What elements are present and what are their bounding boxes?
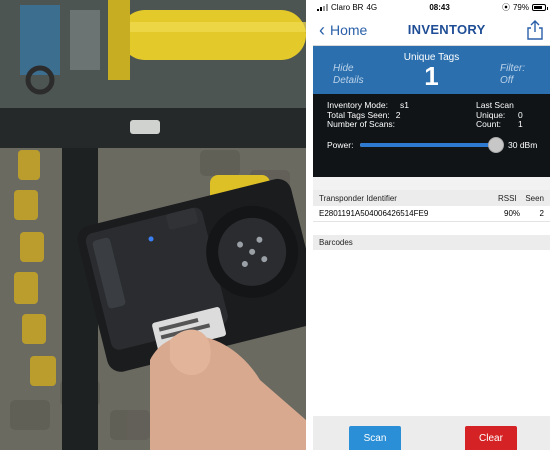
power-slider[interactable] bbox=[360, 137, 504, 153]
reader-photo bbox=[0, 0, 306, 450]
inventory-info-panel: Inventory Mode: s1 Total Tags Seen: 2 Numb… bbox=[313, 94, 550, 177]
column-rssi: RSSI bbox=[498, 193, 517, 203]
back-label: Home bbox=[330, 21, 368, 38]
column-transponder-id: Transponder Identifier bbox=[319, 193, 397, 203]
count-value: 1 bbox=[518, 119, 523, 129]
phone-screen: Claro BR 4G 08:43 ⦿ 79% ‹ Home INVENTORY… bbox=[313, 0, 550, 450]
status-bar: Claro BR 4G 08:43 ⦿ 79% bbox=[313, 0, 550, 14]
unique-tags-bar: Unique Tags 1 Hide Details Filter: Off bbox=[313, 46, 550, 94]
battery-percent: 79% bbox=[512, 2, 529, 12]
network-label: 4G bbox=[366, 2, 378, 12]
carrier-label: Claro BR bbox=[331, 2, 364, 12]
spacer bbox=[313, 177, 550, 190]
last-scan-label: Last Scan bbox=[476, 100, 514, 110]
last-scan-count: Count: 1 bbox=[476, 119, 523, 129]
inventory-mode: Inventory Mode: s1 bbox=[327, 100, 409, 110]
spacer bbox=[313, 222, 550, 235]
clear-button[interactable]: Clear bbox=[465, 426, 517, 450]
tags-table-header: Transponder Identifier RSSI Seen bbox=[313, 190, 550, 206]
inventory-mode-label: Inventory Mode: bbox=[327, 100, 388, 110]
inventory-mode-value: s1 bbox=[399, 100, 409, 110]
signal-group: Claro BR 4G bbox=[317, 3, 377, 12]
page-title: INVENTORY bbox=[407, 22, 486, 37]
seen-value: 2 bbox=[539, 209, 544, 218]
battery-icon bbox=[531, 3, 548, 11]
action-footer: Scan Clear bbox=[313, 416, 550, 450]
number-of-scans-label: Number of Scans: bbox=[327, 119, 396, 129]
power-slider-thumb[interactable] bbox=[488, 137, 504, 153]
power-slider-fill bbox=[360, 143, 496, 147]
power-value: 30 dBm bbox=[508, 140, 538, 150]
transponder-id: E2801191A504006426514FE9 bbox=[319, 209, 429, 218]
clock: 08:43 bbox=[429, 2, 450, 12]
hide-details-toggle[interactable]: Hide Details bbox=[333, 63, 373, 87]
total-seen-value: 2 bbox=[395, 110, 401, 120]
barcodes-header: Barcodes bbox=[313, 235, 550, 250]
battery-group: ⦿ 79% bbox=[501, 2, 548, 13]
power-label: Power: bbox=[327, 140, 354, 150]
count-label: Count: bbox=[476, 119, 502, 129]
reader-photo-illustration bbox=[0, 0, 306, 450]
table-row[interactable]: E2801191A504006426514FE9 90% 2 bbox=[313, 206, 550, 222]
rssi-value: 90% bbox=[504, 209, 521, 218]
back-button[interactable]: ‹ Home bbox=[319, 21, 367, 39]
column-seen: Seen bbox=[525, 193, 544, 203]
signal-icon bbox=[317, 3, 328, 11]
location-icon: ⦿ bbox=[501, 2, 510, 12]
scan-button[interactable]: Scan bbox=[349, 426, 401, 450]
share-icon[interactable] bbox=[526, 19, 544, 40]
chevron-left-icon: ‹ bbox=[319, 19, 325, 40]
nav-bar: ‹ Home INVENTORY bbox=[313, 14, 550, 46]
filter-toggle[interactable]: Filter: Off bbox=[500, 63, 536, 87]
barcodes-list bbox=[313, 250, 550, 420]
